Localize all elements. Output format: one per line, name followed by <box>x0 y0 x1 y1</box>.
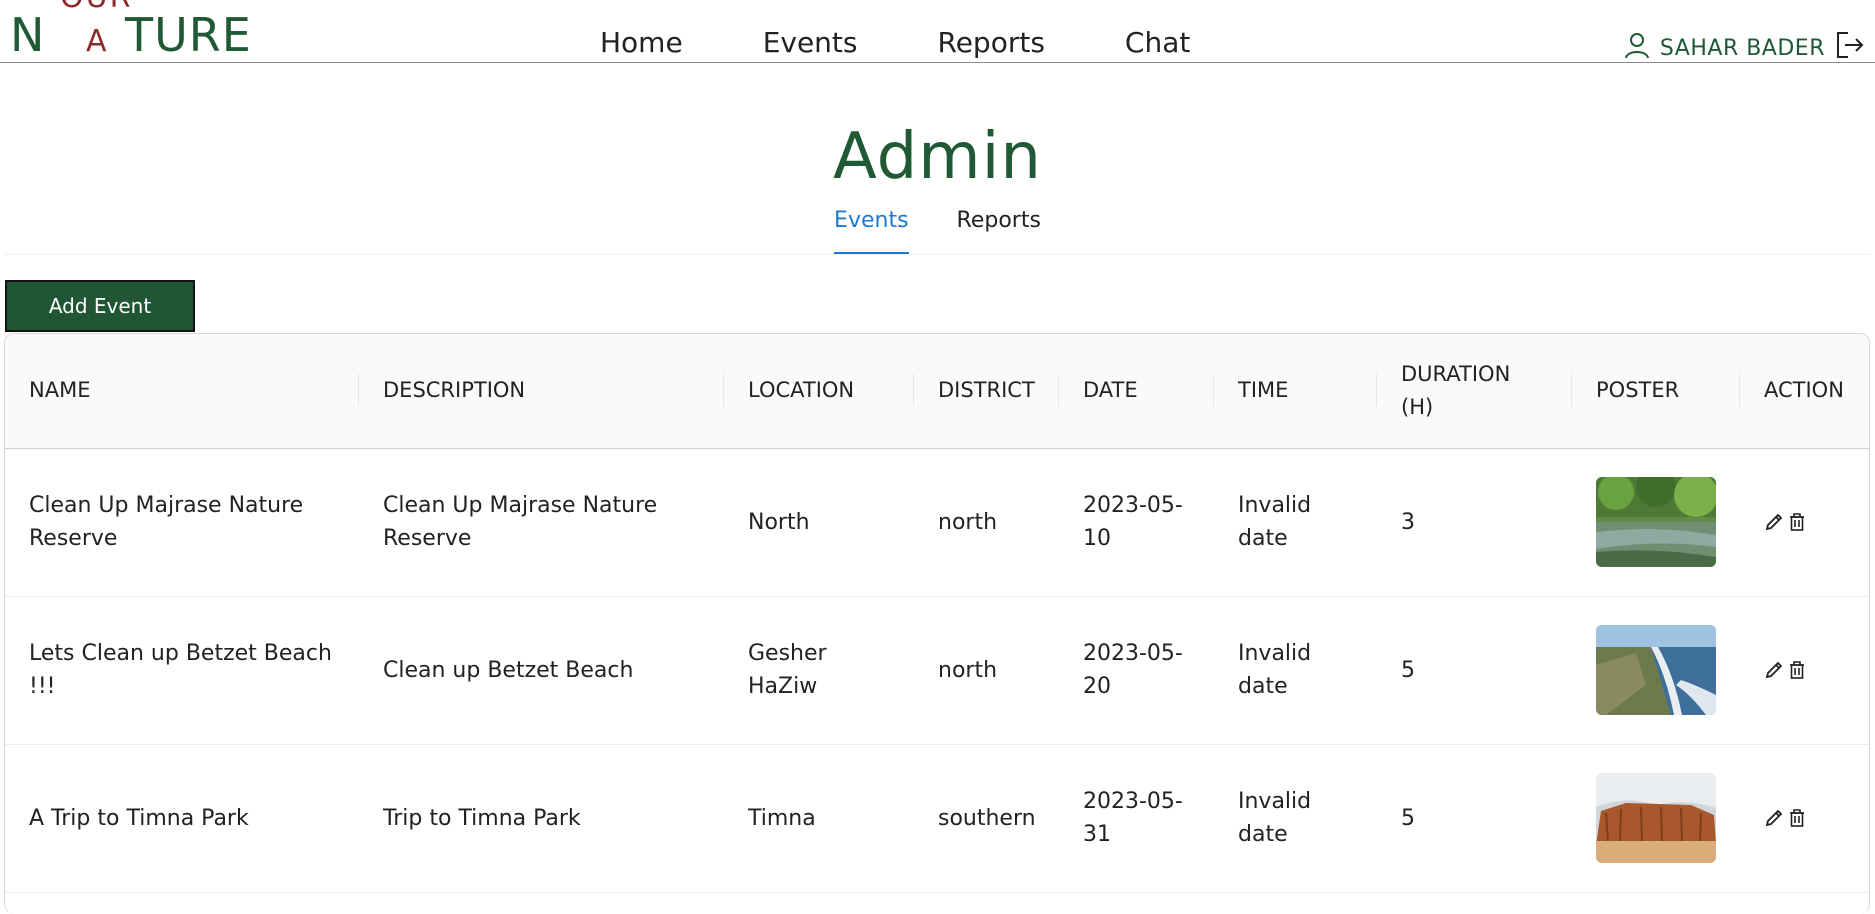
cell-time: Invalid date <box>1238 493 1312 551</box>
cell-district: southern <box>938 805 1036 831</box>
poster-image-coast-beach[interactable] <box>1596 625 1716 715</box>
events-table: NAME DESCRIPTION LOCATION DISTRICT DATE … <box>4 333 1870 914</box>
cell-location: Timna <box>748 805 816 831</box>
poster-image-desert-cliffs[interactable] <box>1596 773 1716 863</box>
tab-reports[interactable]: Reports <box>957 205 1041 255</box>
cell-poster <box>1572 596 1740 744</box>
add-event-button[interactable]: Add Event <box>5 280 195 332</box>
cell-description: Trip to Timna Park <box>383 805 581 831</box>
cell-district: north <box>938 509 998 535</box>
cell-description: Clean Up Majrase Nature Reserve <box>383 493 658 551</box>
cell-poster <box>1572 744 1740 892</box>
cell-name: A Trip to Timna Park <box>29 805 249 831</box>
logo-a-text: A <box>86 24 107 59</box>
column-header-district: DISTRICT <box>914 334 1059 448</box>
user-icon[interactable] <box>1624 31 1650 59</box>
column-header-location: LOCATION <box>724 334 914 448</box>
cell-date: 2023-05-20 <box>1083 641 1183 699</box>
column-header-time: TIME <box>1214 334 1377 448</box>
cell-duration: 5 <box>1401 657 1415 683</box>
poster-image-river-reserve[interactable] <box>1596 477 1716 567</box>
user-name[interactable]: SAHAR BADER <box>1660 36 1825 61</box>
table-header-row: NAME DESCRIPTION LOCATION DISTRICT DATE … <box>5 334 1869 448</box>
cell-name: Lets Clean up Betzet Beach !!! <box>29 641 332 699</box>
cell-time: Invalid date <box>1238 641 1312 699</box>
cell-action <box>1740 448 1869 596</box>
cell-location: North <box>748 509 810 535</box>
column-header-description: DESCRIPTION <box>359 334 724 448</box>
column-header-poster: POSTER <box>1572 334 1740 448</box>
edit-icon[interactable] <box>1764 512 1784 532</box>
cell-poster <box>1572 448 1740 596</box>
cell-date: 2023-05-31 <box>1083 789 1183 847</box>
page-title: Admin <box>833 120 1042 194</box>
column-header-duration: DURATION (H) <box>1377 334 1572 448</box>
cell-location: Gesher HaZiw <box>748 641 827 699</box>
tabs-divider <box>5 254 1870 255</box>
column-header-date: DATE <box>1059 334 1214 448</box>
table-row[interactable]: A Trip to Timna Park Trip to Timna Park … <box>5 744 1869 892</box>
nav-home[interactable]: Home <box>600 24 683 62</box>
delete-icon[interactable] <box>1788 660 1806 680</box>
cell-duration: 5 <box>1401 805 1415 831</box>
cell-duration: 3 <box>1401 509 1415 535</box>
logo-ture-text: TURE <box>125 8 252 62</box>
column-header-action: ACTION <box>1764 378 1844 403</box>
cell-district: north <box>938 657 998 683</box>
cell-action <box>1740 596 1869 744</box>
cell-name: Clean Up Majrase Nature Reserve <box>29 493 304 551</box>
table-row[interactable]: Lets Clean up Betzet Beach !!! Clean up … <box>5 596 1869 744</box>
column-header-name: NAME <box>5 334 359 448</box>
cell-date: 2023-05-10 <box>1083 493 1183 551</box>
logout-icon[interactable] <box>1835 30 1865 60</box>
nav-reports[interactable]: Reports <box>938 24 1045 62</box>
admin-tabs: Events Reports <box>0 205 1875 255</box>
tab-events[interactable]: Events <box>834 205 909 255</box>
cell-time: Invalid date <box>1238 789 1312 847</box>
edit-icon[interactable] <box>1764 660 1784 680</box>
user-area: SAHAR BADER <box>1624 28 1865 61</box>
table-row[interactable]: Clean Up Majrase Nature Reserve Clean Up… <box>5 448 1869 596</box>
cell-description: Clean up Betzet Beach <box>383 657 634 683</box>
main-nav: Home Events Reports Chat <box>600 24 1270 62</box>
cell-action <box>1740 744 1869 892</box>
delete-icon[interactable] <box>1788 808 1806 828</box>
delete-icon[interactable] <box>1788 512 1806 532</box>
logo-our-text: OUR <box>60 0 132 15</box>
nav-events[interactable]: Events <box>763 24 858 62</box>
logo-n-text: N <box>10 8 46 62</box>
edit-icon[interactable] <box>1764 808 1784 828</box>
top-header: OUR N A TURE Home Events Reports Chat SA… <box>0 0 1875 63</box>
nav-chat[interactable]: Chat <box>1125 24 1190 62</box>
logo[interactable]: OUR N A TURE <box>10 0 270 62</box>
